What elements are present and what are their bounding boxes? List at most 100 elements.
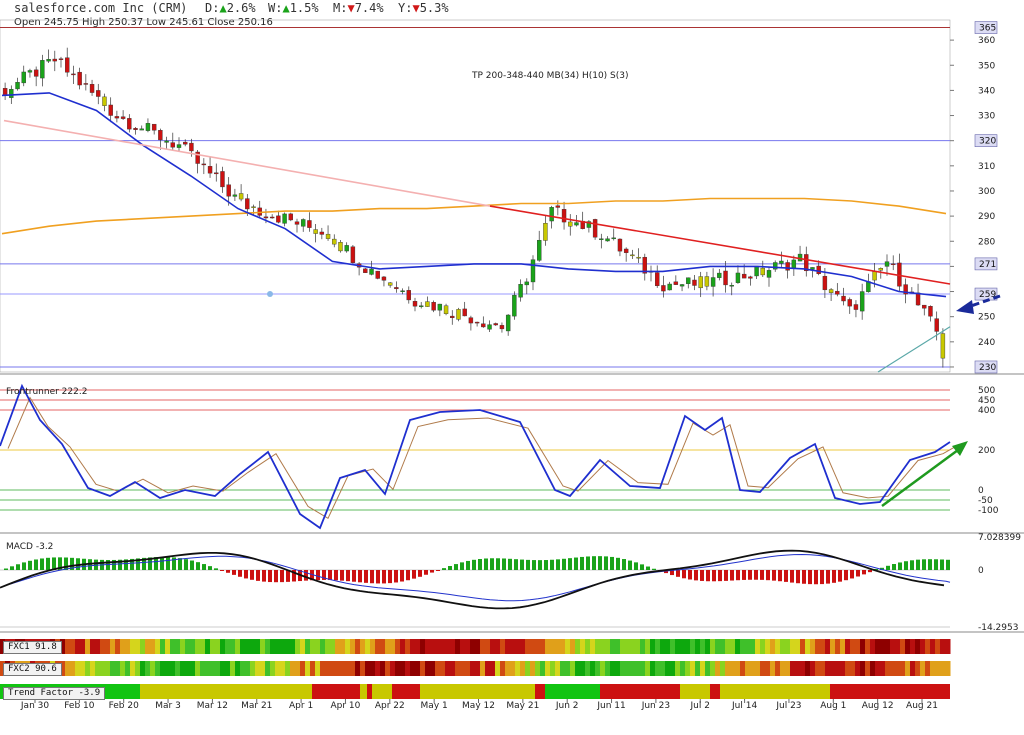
fxc1-band-cell (450, 639, 456, 654)
trend-factor-cell (720, 684, 830, 699)
candle-body (723, 270, 728, 286)
macd-histogram-bar (580, 556, 584, 570)
fxc1-band-cell (230, 639, 236, 654)
fxc1-band-cell (905, 639, 911, 654)
macd-histogram-bar (748, 570, 752, 580)
candle-body (592, 219, 598, 238)
x-tick-label: Feb 10 (64, 701, 95, 711)
candle-body (561, 209, 567, 223)
macd-histogram-bar (850, 570, 854, 579)
fxc2-band-cell (715, 661, 721, 676)
fxc1-band-cell (605, 639, 611, 654)
candle-body (686, 277, 691, 284)
fxc2-band-cell (285, 661, 291, 676)
fxc2-band-cell (755, 661, 761, 676)
macd-histogram-bar (892, 564, 896, 570)
tp-annotation: TP 200-348-440 MB(34) H(10) S(3) (472, 71, 629, 81)
fxc1-band-cell (560, 639, 566, 654)
fxc2-band-cell (580, 661, 586, 676)
fxc1-band-cell (215, 639, 221, 654)
fxc2-band-cell (360, 661, 366, 676)
price-tick-label: 310 (978, 162, 995, 172)
fxc2-band-cell (450, 661, 456, 676)
fxc1-band-cell (730, 639, 736, 654)
candle-body (381, 276, 387, 281)
price-tick-label: 280 (978, 237, 995, 247)
candle-body (170, 142, 175, 148)
fxc1-band-cell (265, 639, 271, 654)
candle-body (698, 276, 703, 289)
fxc2-band-cell (745, 661, 751, 676)
candle-body (431, 302, 436, 311)
fxc2-band-cell (465, 661, 471, 676)
macd-histogram-bar (388, 570, 392, 584)
fxc2-band-cell (195, 661, 201, 676)
fxc2-band-cell (615, 661, 621, 676)
fxc1-band-cell (745, 639, 751, 654)
green-arrow-shaft (881, 448, 959, 508)
fxc1-band-cell (175, 639, 181, 654)
macd-histogram-bar (274, 570, 278, 583)
long-trendline (3, 119, 491, 207)
fxc2-band-cell (810, 661, 816, 676)
fxc2-band-cell (475, 661, 481, 676)
fxc1-band-cell (430, 639, 436, 654)
trend-factor-cell (392, 684, 420, 699)
candle-body (481, 323, 486, 328)
fxc2-band-cell (905, 661, 911, 676)
fxc1-band-cell (915, 639, 921, 654)
macd-histogram-bar (370, 570, 374, 584)
fxc2-band-cell (750, 661, 756, 676)
fxc2-band-cell (770, 661, 776, 676)
fxc1-band-cell (195, 639, 201, 654)
fxc2-band-cell (610, 661, 616, 676)
signal-arrow-head (956, 300, 974, 314)
fxc1-band-cell (290, 639, 296, 654)
candle-body (499, 325, 505, 330)
fxc1-band-cell (390, 639, 396, 654)
fxc1-band-cell (170, 639, 176, 654)
fxc2-band-cell (875, 661, 881, 676)
fxc1-band-cell (895, 639, 901, 654)
fxc1-band-cell (885, 639, 891, 654)
macd-histogram-bar (706, 570, 710, 582)
x-tick-label: Apr 10 (330, 701, 361, 711)
x-tick-label: Jan 30 (20, 701, 50, 711)
fxc1-band-cell (110, 639, 116, 654)
fxc2-band-cell (280, 661, 286, 676)
fxc1-band-cell (550, 639, 556, 654)
fxc2-band-cell (265, 661, 271, 676)
fxc2-band-cell (840, 661, 846, 676)
candle-body (282, 213, 287, 224)
fxc2-band-cell (855, 661, 861, 676)
fxc2-band-cell (570, 661, 576, 676)
candle-body (263, 216, 269, 219)
fxc2-band-cell (210, 661, 216, 676)
price-tick-label: 340 (978, 86, 995, 96)
candle-body (617, 238, 623, 252)
x-tick-label: Mar 12 (196, 701, 229, 711)
macd-histogram-bar (280, 570, 284, 583)
price-tick-label: 300 (978, 187, 995, 197)
candle-body (220, 171, 225, 188)
macd-histogram-bar (340, 570, 344, 581)
fxc1-band-cell (870, 639, 876, 654)
candle-body (27, 70, 33, 73)
x-tick-label: Aug 12 (861, 701, 894, 711)
macd-histogram-bar (616, 557, 620, 570)
candle-body (878, 268, 883, 271)
candle-body (891, 263, 896, 265)
fxc1-band-cell (715, 639, 721, 654)
fxc1-band-cell (305, 639, 311, 654)
fxc2-band-cell (470, 661, 476, 676)
fxc2-band-cell (320, 661, 326, 676)
fxc2-band-cell (530, 661, 536, 676)
fxc2-band-cell (355, 661, 361, 676)
macd-histogram-bar (610, 556, 614, 570)
fxc2-band-cell (850, 661, 856, 676)
fxc2-band-cell (825, 661, 831, 676)
fxc1-band-cell (375, 639, 381, 654)
fxc1-band-cell (835, 639, 841, 654)
candle-body (872, 271, 877, 281)
candle-body (394, 287, 399, 290)
